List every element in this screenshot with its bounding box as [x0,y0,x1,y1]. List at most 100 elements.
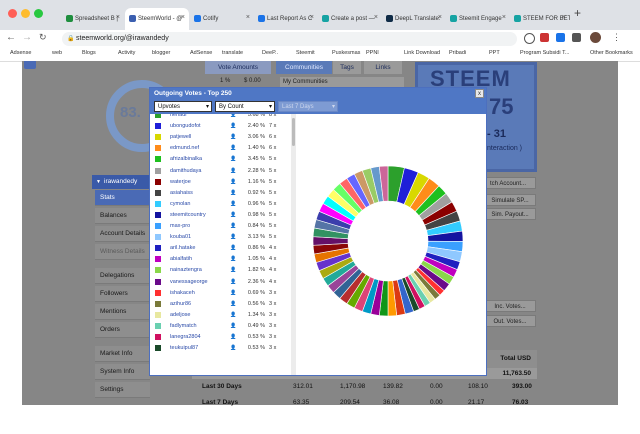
list-item[interactable]: azihur86 👤 0.56 % 3 x [150,299,291,310]
voter-name-link[interactable]: afrizalbinalka [170,156,202,162]
bookmark-item[interactable]: Blogs [82,50,96,56]
user-icon[interactable]: 👤 [230,334,236,340]
voter-name-link[interactable]: heriadi [170,114,187,118]
list-item[interactable]: edmund.nef 👤 1.40 % 6 x [150,143,291,154]
tab-links[interactable]: Links [364,61,402,74]
bookmark-item[interactable]: Puskesmas [332,50,360,56]
voter-name-link[interactable]: kouba01 [170,234,191,240]
vote-type-select[interactable]: Upvotes ▾ [154,101,212,112]
bookmark-item[interactable]: PPT [489,50,500,56]
bookmark-item[interactable]: blogger [152,50,170,56]
sidebar-item-balances[interactable]: Balances [95,208,150,224]
user-icon[interactable]: 👤 [230,223,236,229]
close-tab-icon[interactable]: × [181,14,185,21]
voter-name-link[interactable]: aril.hatake [170,245,195,251]
user-icon[interactable]: 👤 [230,179,236,185]
user-icon[interactable]: 👤 [230,245,236,251]
tab-3[interactable]: Last Report As C × [254,8,318,30]
bookmark-item[interactable]: Other Bookmarks [590,50,633,56]
list-item[interactable]: heriadi 👤 5.68 % 8 x [150,114,291,121]
voter-name-link[interactable]: damithudaya [170,168,202,174]
voter-name-link[interactable]: asiahaiss [170,190,193,196]
extension-icon[interactable] [540,33,549,42]
close-tab-icon[interactable]: × [246,14,250,21]
list-item[interactable]: abialfatih 👤 1.05 % 4 x [150,254,291,265]
user-icon[interactable]: 👤 [230,123,236,129]
list-item[interactable]: lanegra2804 👤 0.53 % 3 x [150,332,291,343]
extension-icon[interactable] [556,33,565,42]
user-icon[interactable]: 👤 [230,301,236,307]
right-action-button[interactable]: Simulate SP... [484,194,536,206]
dialog-close-button[interactable]: x [475,89,484,98]
sidebar-item-account-details[interactable]: Account Details [95,226,150,242]
vote-amounts-button[interactable]: Vote Amounts [205,61,271,74]
user-icon[interactable]: 👤 [230,323,236,329]
right-action-button[interactable]: Out. Votes... [484,315,536,327]
user-icon[interactable]: 👤 [230,114,236,118]
voter-name-link[interactable]: abialfatih [170,256,192,262]
tab-tags[interactable]: Tags [333,61,361,74]
minimize-window-icon[interactable] [21,9,30,18]
sidebar-item-delegations[interactable]: Delegations [95,268,150,284]
user-icon[interactable]: 👤 [230,279,236,285]
close-tab-icon[interactable]: × [374,14,378,21]
user-icon[interactable]: 👤 [230,256,236,262]
sidebar-item-market-info[interactable]: Market Info [95,346,150,362]
list-item[interactable]: patjewell 👤 3.06 % 6 x [150,132,291,143]
bookmark-item[interactable]: Steemit [296,50,315,56]
user-icon[interactable]: 👤 [230,134,236,140]
list-item[interactable]: afrizalbinalka 👤 3.45 % 5 x [150,154,291,165]
voter-name-link[interactable]: waterjoe [170,179,191,185]
back-icon[interactable]: ← [6,32,16,43]
maximize-window-icon[interactable] [34,9,43,18]
bookmark-item[interactable]: Program Subsidi T... [520,50,569,56]
voter-name-link[interactable]: teukuipul87 [170,345,198,351]
tab-4[interactable]: Create a post — × [318,8,382,30]
user-icon[interactable]: 👤 [230,145,236,151]
profile-avatar[interactable] [590,32,601,43]
voter-name-link[interactable]: max-pro [170,223,190,229]
user-icon[interactable]: 👤 [230,156,236,162]
bookmark-item[interactable]: Link Download [404,50,440,56]
list-item[interactable]: max-pro 👤 0.84 % 5 x [150,221,291,232]
user-icon[interactable]: 👤 [230,234,236,240]
sidebar-item-witness-details[interactable]: Witness Details [95,244,150,260]
tab-7[interactable]: STEEM FOR BET × [510,8,570,30]
user-icon[interactable]: 👤 [230,212,236,218]
list-item[interactable]: ishakaceh 👤 0.69 % 3 x [150,288,291,299]
url-field[interactable]: 🔒 steemworld.org/@irawandedy [62,32,517,46]
sidebar-item-orders[interactable]: Orders [95,322,150,338]
sidebar-item-stats[interactable]: Stats [95,190,150,206]
voter-name-link[interactable]: lanegra2804 [170,334,201,340]
user-icon[interactable]: 👤 [230,267,236,273]
list-item[interactable]: damithudaya 👤 2.28 % 5 x [150,166,291,177]
voter-name-link[interactable]: edmund.nef [170,145,199,151]
list-scrollbar-thumb[interactable] [292,118,295,146]
range-select[interactable]: Last 7 Days ▾ [278,101,338,112]
extension-icon[interactable] [524,33,535,44]
voter-name-link[interactable]: patjewell [170,134,191,140]
list-item[interactable]: cymolan 👤 0.96 % 5 x [150,199,291,210]
close-tab-icon[interactable]: × [502,14,506,21]
bookmark-item[interactable]: PPNI [366,50,379,56]
tab-communities[interactable]: Communities [276,61,332,74]
bookmark-item[interactable]: Activity [118,50,135,56]
voter-name-link[interactable]: ubongudofot [170,123,201,129]
voter-name-link[interactable]: cymolan [170,201,190,207]
bookmark-item[interactable]: Adsense [10,50,31,56]
user-icon[interactable]: 👤 [230,312,236,318]
close-window-icon[interactable] [8,9,17,18]
user-icon[interactable]: 👤 [230,345,236,351]
voter-name-link[interactable]: azihur86 [170,301,191,307]
user-icon[interactable]: 👤 [230,168,236,174]
list-item[interactable]: vanessageorge 👤 2.36 % 4 x [150,277,291,288]
bookmark-item[interactable]: AdSense [190,50,212,56]
voter-name-link[interactable]: fadlymatch [170,323,197,329]
menu-icon[interactable]: ⋮ [612,32,621,43]
bookmark-item[interactable]: web [52,50,62,56]
close-tab-icon[interactable]: × [562,14,566,21]
profile-header[interactable]: ▼ irawandedy [92,175,150,189]
right-action-button[interactable]: tch Account... [480,177,536,189]
list-item[interactable]: nainaztengra 👤 1.82 % 4 x [150,265,291,276]
tab-5[interactable]: DeepL Translate: × [382,8,446,30]
